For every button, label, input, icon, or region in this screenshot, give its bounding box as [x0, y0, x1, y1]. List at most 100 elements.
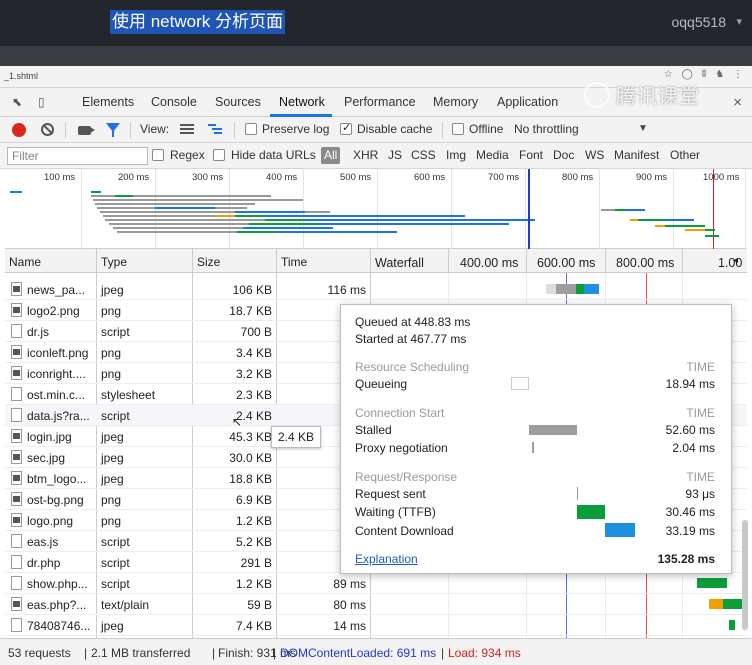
- url-text[interactable]: _1.shtml: [4, 71, 38, 81]
- network-toolbar: View: Preserve log Disable cache Offline…: [0, 117, 752, 143]
- scrollbar-thumb[interactable]: [742, 520, 748, 630]
- overview-gridline: [673, 169, 674, 249]
- filter-media-button[interactable]: Media: [476, 148, 509, 162]
- overview-request-bar: [265, 215, 465, 217]
- column-header-type[interactable]: Type: [101, 255, 127, 269]
- filter-js-button[interactable]: JS: [388, 148, 402, 162]
- divider: [65, 122, 66, 138]
- table-row[interactable]: news_pa... jpeg 106 KB 116 ms: [5, 279, 747, 300]
- column-header-time[interactable]: Time: [281, 255, 307, 269]
- overview-request-bar: [625, 209, 645, 211]
- overview-gridline: [525, 169, 526, 249]
- chevron-down-icon[interactable]: ▼: [638, 123, 648, 134]
- table-row[interactable]: show.php... script 1.2 KB 89 ms: [5, 573, 747, 594]
- overview-request-bar: [305, 219, 535, 221]
- overview-request-bar: [615, 209, 625, 211]
- column-divider: [605, 249, 606, 273]
- tab-console[interactable]: Console: [151, 95, 197, 109]
- tab-elements[interactable]: Elements: [82, 95, 134, 109]
- large-rows-icon[interactable]: [180, 124, 194, 135]
- clear-icon[interactable]: [41, 123, 54, 136]
- inspect-icon[interactable]: ⬉: [12, 95, 26, 109]
- chevron-down-icon[interactable]: ▾: [736, 15, 742, 28]
- timeline-overview[interactable]: 100 ms 200 ms 300 ms 400 ms 500 ms 600 m…: [5, 169, 747, 249]
- top-header: 使用 network 分析页面 oqq5518 ▾: [0, 0, 752, 46]
- hide-data-urls-checkbox[interactable]: [213, 149, 225, 161]
- throttling-select[interactable]: No throttling: [514, 122, 579, 136]
- table-row[interactable]: 78408746... jpeg 7.4 KB 14 ms: [5, 615, 747, 636]
- filter-input[interactable]: [7, 147, 148, 165]
- cell-type: png: [101, 493, 122, 507]
- explanation-link[interactable]: Explanation: [355, 552, 418, 566]
- image-file-icon: [11, 492, 22, 506]
- offline-checkbox[interactable]: [452, 123, 464, 135]
- extension-icons[interactable]: ☆ ◯ ʬ ♞ ⋮: [664, 69, 746, 80]
- column-header-size[interactable]: Size: [197, 255, 220, 269]
- overview-request-bar: [235, 215, 265, 217]
- cell-type: jpeg: [101, 430, 124, 444]
- preserve-log-checkbox[interactable]: [245, 123, 257, 135]
- column-header-waterfall[interactable]: Waterfall: [375, 256, 424, 270]
- device-toggle-icon[interactable]: ▯: [38, 95, 52, 109]
- filter-all-button[interactable]: All: [321, 147, 341, 164]
- filter-doc-button[interactable]: Doc: [553, 148, 574, 162]
- screenshot-camera-icon[interactable]: [78, 126, 95, 135]
- overview-tick: 600 ms: [414, 172, 446, 183]
- waterfall-sort-icon[interactable]: ◂: [733, 255, 738, 266]
- tab-application[interactable]: Application: [497, 95, 558, 109]
- cell-time: 80 ms: [333, 598, 366, 612]
- filter-ws-button[interactable]: WS: [585, 148, 604, 162]
- tab-performance[interactable]: Performance: [344, 95, 416, 109]
- image-file-icon: [11, 429, 22, 443]
- table-row[interactable]: eas.php?... text/plain 59 B 80 ms: [5, 594, 747, 615]
- image-file-icon: [11, 513, 22, 527]
- cell-name: dr.php: [27, 556, 61, 570]
- regex-checkbox[interactable]: [152, 149, 164, 161]
- cell-name: iconleft.png: [27, 346, 89, 360]
- tab-memory[interactable]: Memory: [433, 95, 478, 109]
- overview-toggle-icon[interactable]: [208, 124, 222, 135]
- timing-label-proxy: Proxy negotiation: [355, 441, 448, 455]
- cell-size: 5.2 KB: [235, 535, 272, 549]
- filter-funnel-icon[interactable]: [106, 123, 120, 137]
- image-file-icon: [11, 597, 22, 611]
- disable-cache-checkbox[interactable]: [340, 121, 352, 135]
- cell-size: 7.4 KB: [235, 619, 272, 633]
- column-divider[interactable]: [192, 249, 193, 273]
- size-tooltip: 2.4 KB: [271, 426, 322, 448]
- column-divider: [448, 249, 449, 273]
- filter-xhr-button[interactable]: XHR: [353, 148, 378, 162]
- waterfall-bar: [729, 620, 735, 630]
- cell-size: 30.0 KB: [229, 451, 272, 465]
- filter-font-button[interactable]: Font: [519, 148, 543, 162]
- offline-label: Offline: [469, 122, 504, 136]
- timing-label-content-download: Content Download: [355, 524, 454, 538]
- tab-sources[interactable]: Sources: [215, 95, 261, 109]
- cell-name: eas.php?...: [27, 598, 87, 612]
- record-icon[interactable]: [12, 123, 26, 137]
- filter-manifest-button[interactable]: Manifest: [614, 148, 659, 162]
- image-file-icon: [11, 450, 22, 464]
- column-divider[interactable]: [276, 249, 277, 273]
- filter-other-button[interactable]: Other: [670, 148, 700, 162]
- filter-css-button[interactable]: CSS: [411, 148, 436, 162]
- filter-img-button[interactable]: Img: [446, 148, 466, 162]
- overview-tick: 100 ms: [44, 172, 76, 183]
- column-divider[interactable]: [370, 249, 371, 273]
- column-divider[interactable]: [96, 249, 97, 273]
- overview-gridline: [155, 169, 156, 249]
- request-table-header: Name Type Size Time Waterfall 400.00 ms …: [5, 249, 747, 273]
- document-file-icon: [11, 324, 22, 338]
- close-devtools-icon[interactable]: ×: [733, 94, 742, 111]
- user-name[interactable]: oqq5518: [671, 14, 726, 30]
- overview-request-bar: [265, 219, 305, 221]
- overview-tick: 400 ms: [266, 172, 298, 183]
- waterfall-tick: 800.00 ms: [616, 256, 675, 270]
- column-header-name[interactable]: Name: [9, 255, 41, 269]
- cell-type: jpeg: [101, 619, 124, 633]
- cell-name: eas.js: [27, 535, 59, 549]
- cell-time: 14 ms: [333, 619, 366, 633]
- cell-type: png: [101, 346, 122, 360]
- tab-network[interactable]: Network: [279, 95, 325, 109]
- cell-name: news_pa...: [27, 283, 86, 297]
